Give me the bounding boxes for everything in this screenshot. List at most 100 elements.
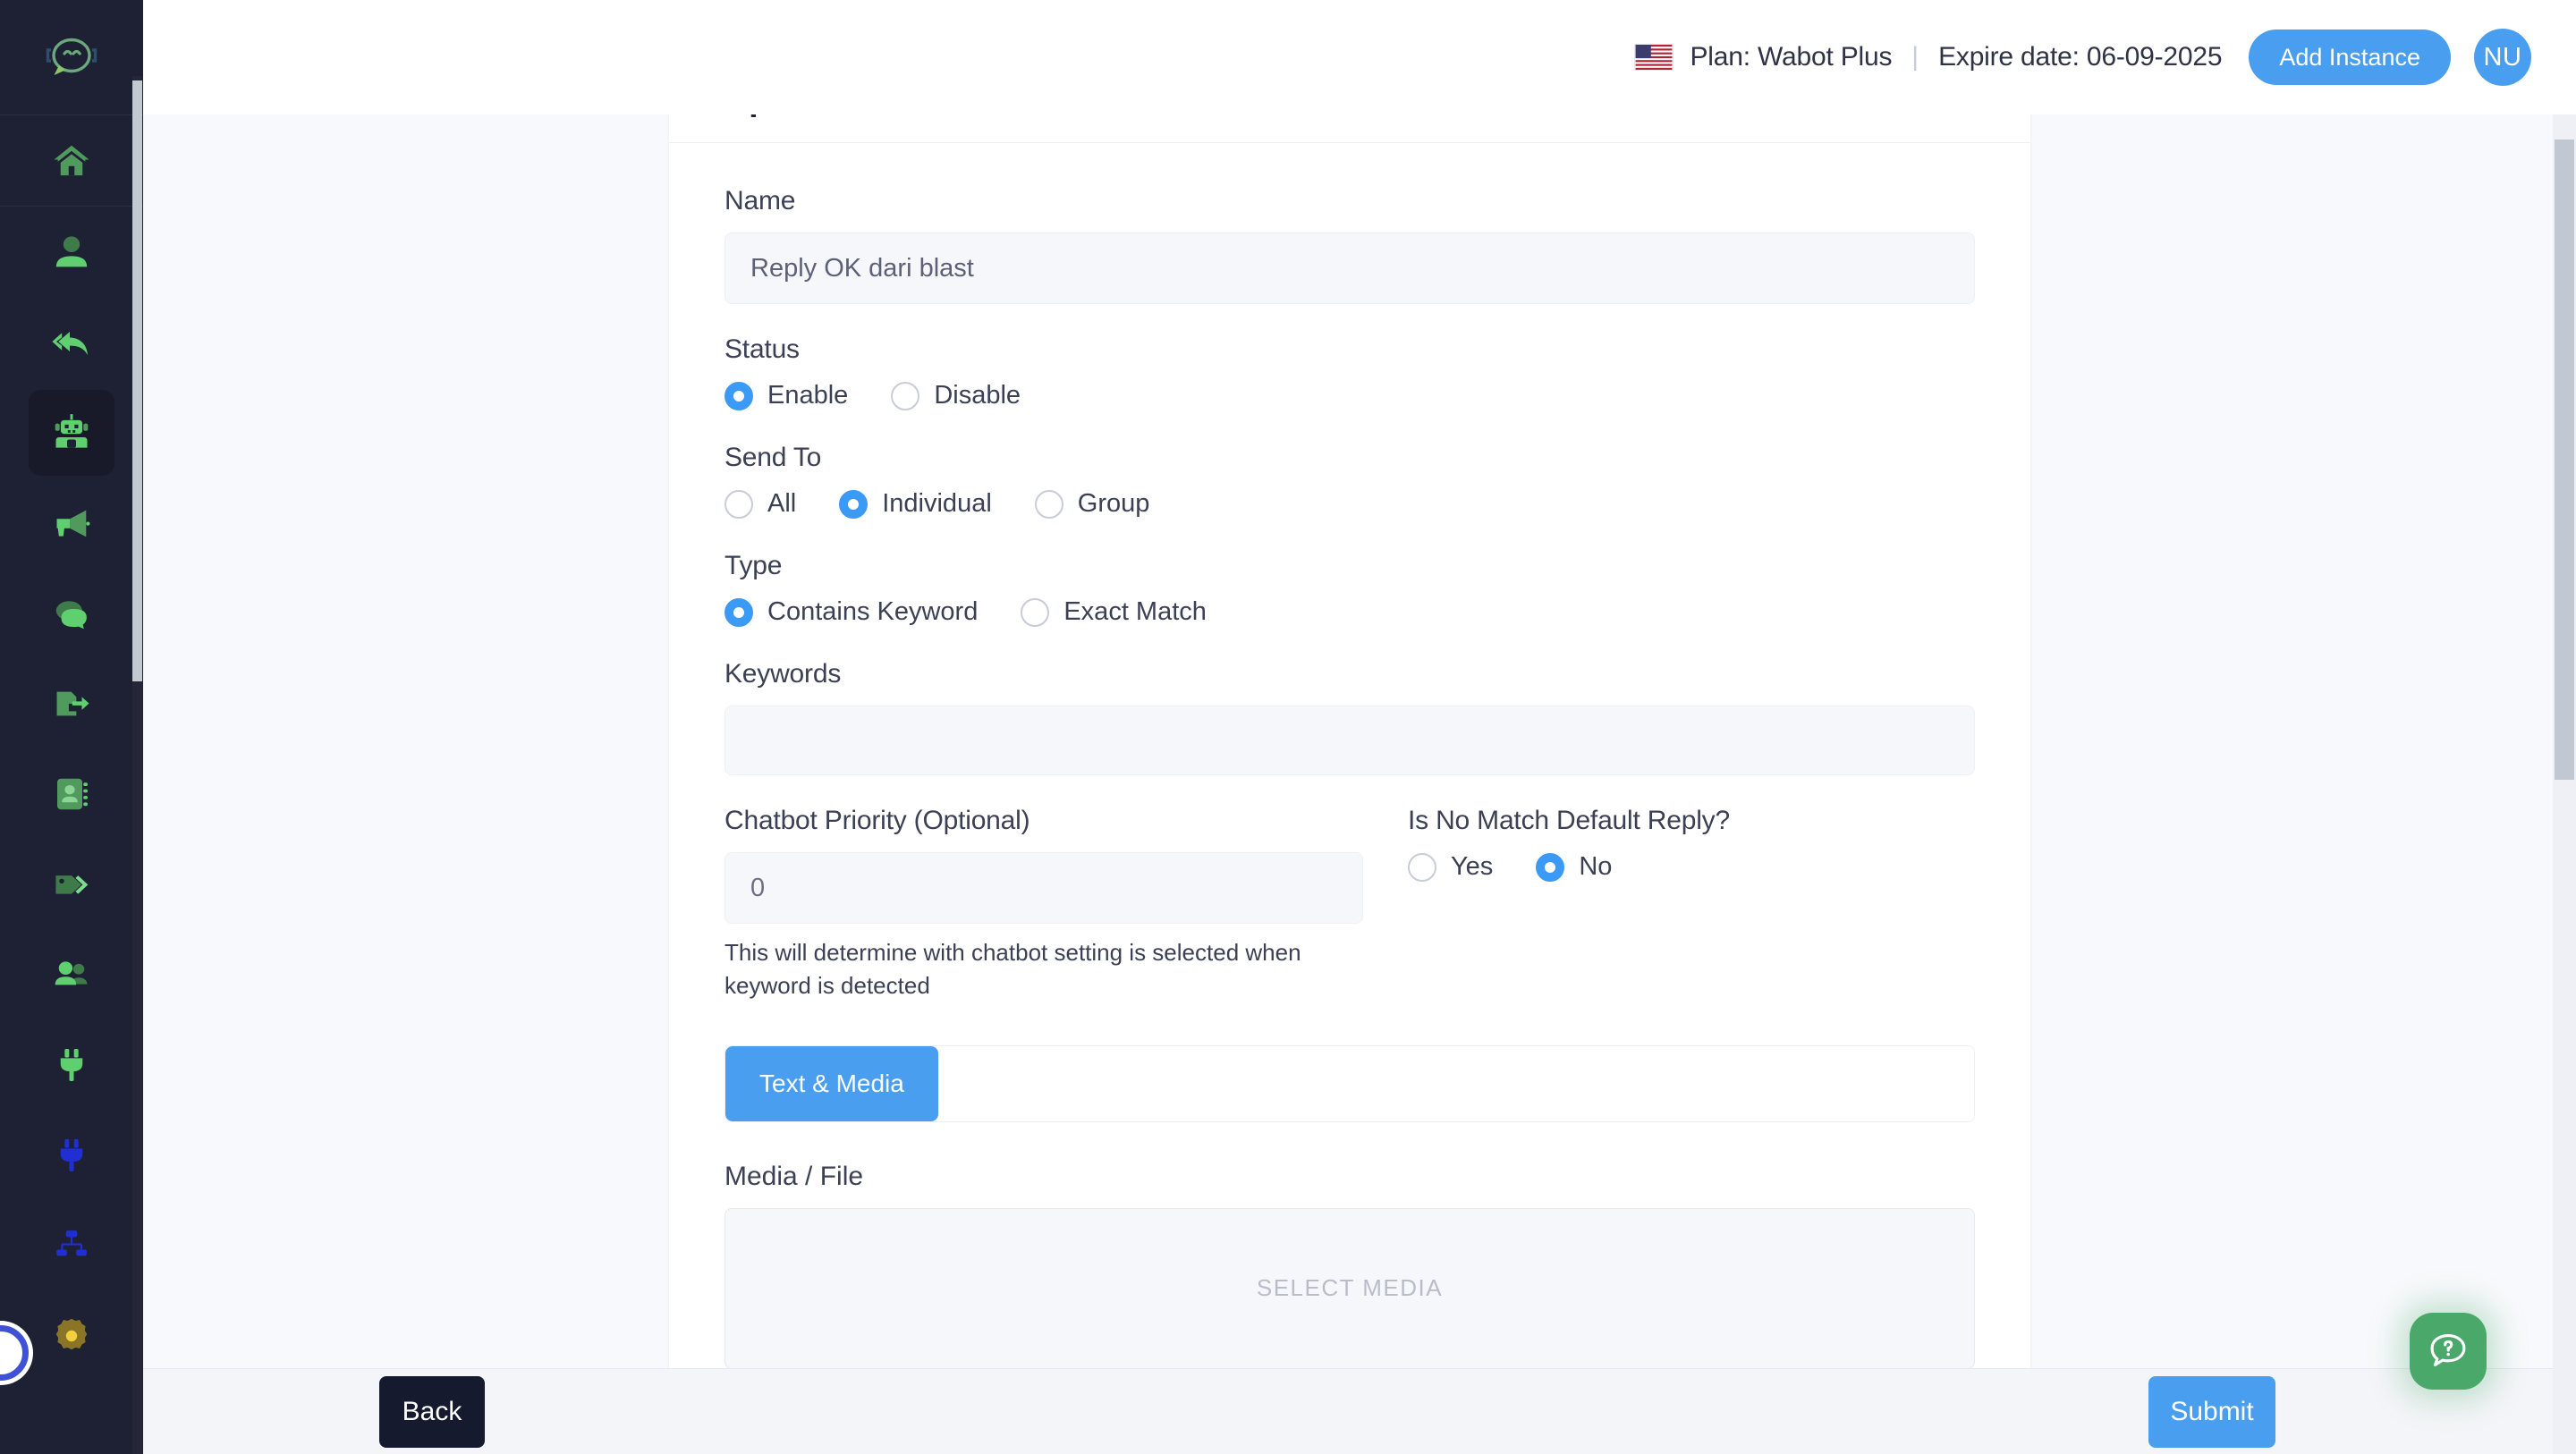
sidebar-item-home[interactable] <box>0 115 143 206</box>
sidebar <box>0 0 143 1454</box>
send-to-option-individual-label: Individual <box>882 489 992 518</box>
sidebar-item-flows[interactable] <box>0 1200 143 1290</box>
status-field-group: Status Enable Disable <box>724 334 1975 410</box>
type-option-exact-match-label: Exact Match <box>1063 597 1207 626</box>
sidebar-item-chatbot[interactable] <box>0 387 143 478</box>
group-icon <box>55 960 88 985</box>
main-scrollbar-thumb[interactable] <box>2555 139 2574 780</box>
no-match-option-yes-label: Yes <box>1451 852 1494 881</box>
priority-field-group: Chatbot Priority (Optional) This will de… <box>724 806 1363 1002</box>
radio-dot-no <box>1536 852 1565 882</box>
radio-dot-all <box>724 489 753 519</box>
chat-bubble-smile-logo <box>46 38 97 75</box>
plug-green-icon <box>60 1048 83 1081</box>
media-dropzone-text: SELECT MEDIA <box>1256 1274 1444 1302</box>
radio-dot-contains-keyword <box>724 597 753 627</box>
media-file-label: Media / File <box>724 1161 864 1191</box>
type-label: Type <box>724 551 783 580</box>
keywords-input[interactable] <box>724 706 1975 775</box>
content-scroll-area: Update Name Status Enable <box>143 114 2576 1454</box>
card-header: Update <box>669 114 2030 143</box>
priority-label: Chatbot Priority (Optional) <box>724 806 1030 835</box>
export-icon <box>56 691 89 715</box>
contact-book-icon <box>57 778 88 809</box>
help-button[interactable] <box>2410 1313 2487 1390</box>
sidebar-item-export[interactable] <box>0 658 143 748</box>
type-option-contains-keyword-label: Contains Keyword <box>767 597 979 626</box>
send-to-field-group: Send To All Individual Group <box>724 443 1975 519</box>
send-to-option-group[interactable]: Group <box>1034 489 1150 519</box>
send-to-label: Send To <box>724 443 822 472</box>
sidebar-item-integrations[interactable] <box>0 1019 143 1110</box>
sidebar-item-broadcast[interactable] <box>0 478 143 568</box>
content-tabbar: Text & Media <box>724 1044 1975 1122</box>
radio-dot-enable <box>724 381 753 410</box>
no-match-field-group: Is No Match Default Reply? Yes No <box>1408 806 1975 1002</box>
priority-input[interactable] <box>724 852 1363 924</box>
plug-blue-icon <box>60 1138 83 1171</box>
sidebar-item-contacts[interactable] <box>0 748 143 839</box>
header-separator: | <box>1911 42 1919 72</box>
name-input[interactable] <box>724 232 1975 304</box>
sidebar-item-auto-reply[interactable] <box>0 297 143 387</box>
send-to-option-all[interactable]: All <box>724 489 796 519</box>
page-body: Plan: Wabot Plus | Expire date: 06-09-20… <box>143 0 2576 1454</box>
name-label: Name <box>724 186 796 216</box>
type-option-contains-keyword[interactable]: Contains Keyword <box>724 597 978 627</box>
status-option-enable[interactable]: Enable <box>724 381 848 410</box>
app-logo[interactable] <box>0 0 143 114</box>
add-instance-button[interactable]: Add Instance <box>2249 30 2451 85</box>
avatar[interactable]: NU <box>2474 29 2531 86</box>
update-chatbot-card: Update Name Status Enable <box>669 114 2030 1405</box>
tags-icon <box>55 875 89 894</box>
expire-date-label: Expire date: 06-09-2025 <box>1938 42 2223 72</box>
sidebar-scrollbar-thumb[interactable] <box>132 80 142 681</box>
gear-icon <box>55 1318 88 1349</box>
radio-dot-individual <box>839 489 869 519</box>
keywords-field-group: Keywords <box>724 659 1975 775</box>
back-button[interactable]: Back <box>379 1375 485 1448</box>
sidebar-item-labels[interactable] <box>0 839 143 929</box>
priority-nomatch-row: Chatbot Priority (Optional) This will de… <box>724 806 1975 1002</box>
no-match-option-yes[interactable]: Yes <box>1408 852 1493 882</box>
robot-icon <box>55 413 89 448</box>
send-to-option-group-label: Group <box>1077 489 1150 518</box>
name-field-group: Name <box>724 186 1975 304</box>
send-to-option-all-label: All <box>767 489 797 518</box>
submit-button[interactable]: Submit <box>2148 1375 2275 1448</box>
radio-dot-disable <box>891 381 920 410</box>
sidebar-item-account[interactable] <box>0 207 143 297</box>
home-icon <box>54 145 89 175</box>
no-match-radio-group: Yes No <box>1408 852 1975 882</box>
status-label: Status <box>724 334 800 364</box>
status-option-disable-label: Disable <box>934 381 1021 410</box>
keywords-label: Keywords <box>724 659 842 689</box>
tab-text-and-media[interactable]: Text & Media <box>725 1045 938 1121</box>
type-field-group: Type Contains Keyword Exact Match <box>724 551 1975 627</box>
no-match-option-no-label: No <box>1579 852 1613 881</box>
form-footer-bar: Back Submit <box>143 1368 2576 1454</box>
status-radio-group: Enable Disable <box>724 381 1975 410</box>
sidebar-item-api[interactable] <box>0 1110 143 1200</box>
sidebar-item-messages[interactable] <box>0 568 143 658</box>
us-flag-icon <box>1634 44 1674 71</box>
sidebar-item-groups[interactable] <box>0 929 143 1019</box>
status-option-enable-label: Enable <box>767 381 849 410</box>
top-header: Plan: Wabot Plus | Expire date: 06-09-20… <box>143 0 2576 114</box>
megaphone-icon <box>56 510 90 537</box>
send-to-radio-group: All Individual Group <box>724 489 1975 519</box>
radio-dot-exact-match <box>1021 597 1050 627</box>
status-option-disable[interactable]: Disable <box>891 381 1021 410</box>
radio-dot-yes <box>1408 852 1436 882</box>
send-to-option-individual[interactable]: Individual <box>839 489 992 519</box>
help-chat-question-icon <box>2430 1333 2466 1366</box>
plan-label: Plan: Wabot Plus <box>1690 42 1893 72</box>
page-title: Update <box>724 114 1975 119</box>
priority-help-text: This will determine with chatbot setting… <box>724 939 1301 999</box>
type-radio-group: Contains Keyword Exact Match <box>724 597 1975 627</box>
reply-all-icon <box>52 331 88 355</box>
media-dropzone[interactable]: SELECT MEDIA <box>724 1207 1975 1369</box>
radio-dot-group <box>1034 489 1063 519</box>
no-match-option-no[interactable]: No <box>1536 852 1612 882</box>
type-option-exact-match[interactable]: Exact Match <box>1021 597 1207 627</box>
